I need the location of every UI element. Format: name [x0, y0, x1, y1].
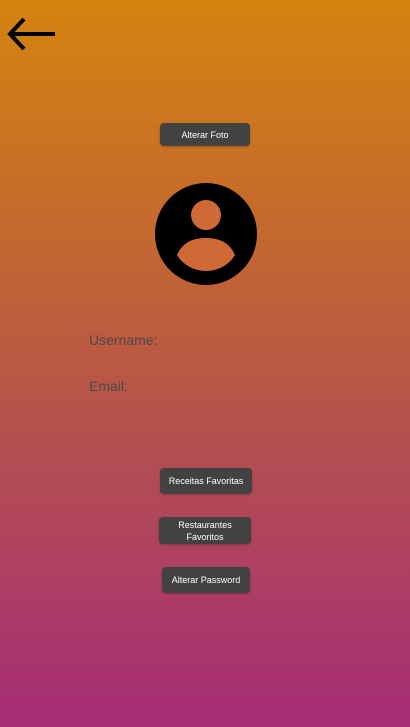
- arrow-left-icon: [6, 16, 58, 52]
- account-circle-icon: [155, 183, 257, 285]
- username-label: Username:: [89, 332, 158, 348]
- change-password-button[interactable]: Alterar Password: [162, 567, 250, 593]
- email-label: Email:: [89, 378, 128, 394]
- back-button[interactable]: [6, 16, 58, 52]
- favorite-restaurants-button[interactable]: Restaurantes Favoritos: [159, 517, 251, 544]
- change-photo-button[interactable]: Alterar Foto: [160, 123, 250, 146]
- favorite-recipes-button[interactable]: Receitas Favoritas: [160, 468, 252, 494]
- profile-page: { "header": { "back_icon": "arrow-left-i…: [0, 0, 410, 727]
